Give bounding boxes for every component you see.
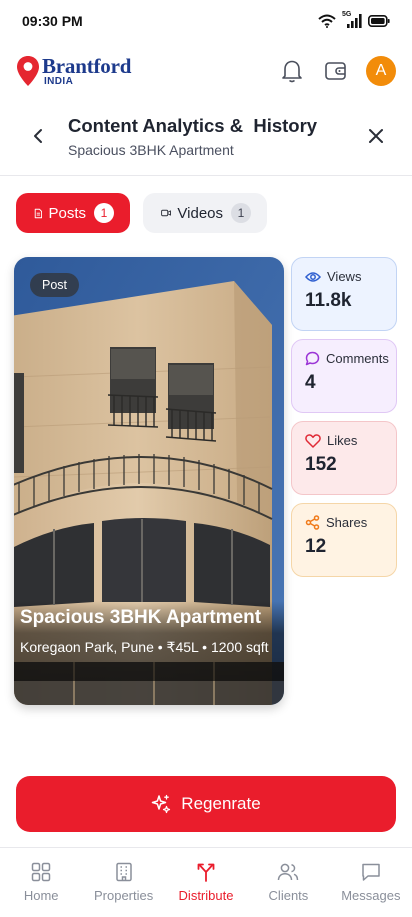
heart-icon xyxy=(305,433,321,448)
wallet-icon xyxy=(325,62,346,80)
comment-icon xyxy=(305,351,320,366)
title-bar: Content Analytics & History Spacious 3BH… xyxy=(0,104,412,176)
stat-views-value: 11.8k xyxy=(305,290,352,311)
post-type-badge: Post xyxy=(30,273,80,297)
nav-clients[interactable]: Clients xyxy=(247,848,329,917)
stat-comments-label: Comments xyxy=(326,351,389,366)
users-icon xyxy=(278,863,299,881)
building-icon xyxy=(115,862,132,882)
brand-name: Brantford xyxy=(42,53,132,78)
stat-likes: Likes 152 xyxy=(291,421,397,495)
stat-likes-value: 152 xyxy=(305,454,337,475)
stat-shares-value: 12 xyxy=(305,536,327,557)
wallet-button[interactable] xyxy=(322,57,350,85)
bottom-nav: Home Properties Distribute Clients Messa… xyxy=(0,847,412,917)
regenerate-label: Regenrate xyxy=(181,794,261,813)
tab-posts[interactable]: Posts 1 xyxy=(16,193,130,233)
chevron-left-icon xyxy=(34,129,42,143)
grid-icon xyxy=(31,862,51,882)
nav-properties-label: Properties xyxy=(93,888,154,903)
nav-home-label: Home xyxy=(23,888,59,903)
bell-icon xyxy=(282,60,302,83)
post-meta: Koregaon Park, Pune • ₹45L • 1200 sqft xyxy=(20,639,269,655)
tab-videos-label: Videos xyxy=(177,204,223,222)
stat-views: Views 11.8k xyxy=(291,257,397,331)
eye-icon xyxy=(305,271,321,282)
page-subtitle: Spacious 3BHK Apartment xyxy=(68,142,234,158)
content-tabs: Posts 1 Videos 1 xyxy=(16,193,267,233)
nav-distribute-label: Distribute xyxy=(178,888,234,903)
page-title: Content Analytics & History xyxy=(68,115,318,136)
back-button[interactable] xyxy=(26,124,50,148)
stat-views-label: Views xyxy=(327,269,362,284)
stat-comments-value: 4 xyxy=(305,372,316,393)
notifications-button[interactable] xyxy=(278,57,306,85)
nav-distribute[interactable]: Distribute xyxy=(165,848,247,917)
nav-properties[interactable]: Properties xyxy=(82,848,164,917)
tab-posts-label: Posts xyxy=(48,204,86,222)
share-icon xyxy=(305,515,320,530)
tab-posts-count: 1 xyxy=(94,203,114,223)
brand-sub: INDIA xyxy=(44,75,74,87)
status-icons: 5G xyxy=(318,11,390,29)
close-button[interactable] xyxy=(364,124,388,148)
wifi-icon xyxy=(318,14,336,28)
message-icon xyxy=(362,863,380,881)
stat-comments: Comments 4 xyxy=(291,339,397,413)
avatar[interactable]: A xyxy=(366,56,396,86)
location-pin-icon xyxy=(17,56,39,86)
regenerate-button[interactable]: Regenrate xyxy=(16,776,396,832)
sparkle-icon xyxy=(152,794,171,814)
post-title: Spacious 3BHK Apartment xyxy=(20,607,262,628)
tab-videos[interactable]: Videos 1 xyxy=(143,193,267,233)
stat-shares-label: Shares xyxy=(326,515,368,530)
tab-videos-count: 1 xyxy=(231,203,251,223)
document-icon xyxy=(34,208,43,218)
stat-shares: Shares 12 xyxy=(291,503,397,577)
status-bar: 09:30 PM 5G xyxy=(0,0,412,42)
status-time: 09:30 PM xyxy=(22,13,83,29)
post-caption: Spacious 3BHK Apartment Koregaon Park, P… xyxy=(14,601,284,681)
nav-clients-label: Clients xyxy=(268,888,309,903)
app-header: Brantford INDIA A xyxy=(0,42,412,100)
post-card[interactable]: Post Spacious 3BHK Apartment Koregaon Pa… xyxy=(14,257,284,705)
nav-home[interactable]: Home xyxy=(0,848,82,917)
cellular-signal-icon: 5G xyxy=(342,11,362,29)
battery-icon xyxy=(368,15,390,27)
nav-messages-label: Messages xyxy=(341,888,401,903)
nav-messages[interactable]: Messages xyxy=(330,848,412,917)
brand-logo[interactable]: Brantford INDIA xyxy=(16,55,131,87)
video-camera-icon xyxy=(161,209,171,217)
stat-likes-label: Likes xyxy=(327,433,358,448)
close-icon xyxy=(369,129,383,143)
split-arrow-icon xyxy=(197,863,215,882)
